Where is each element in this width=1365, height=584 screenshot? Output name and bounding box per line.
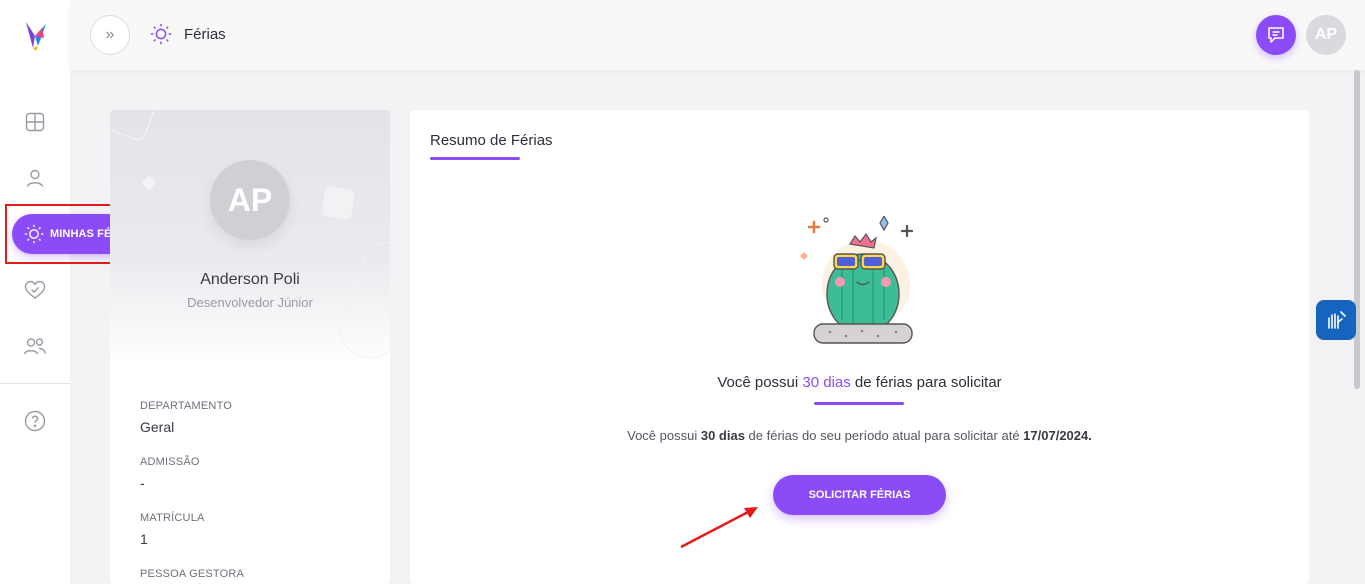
chat-icon	[1268, 27, 1284, 43]
field-label-matricula: MATRÍCULA	[140, 512, 205, 524]
detail-prefix: Você possui	[627, 428, 701, 443]
sidebar	[0, 0, 70, 584]
annotation-arrow	[680, 507, 758, 549]
decorative-shape	[110, 110, 159, 143]
sidebar-item-dashboard[interactable]	[22, 109, 48, 135]
app-logo[interactable]	[20, 18, 50, 52]
sidebar-item-health[interactable]	[22, 277, 48, 303]
sun-icon	[150, 23, 172, 50]
double-chevron-right-icon: »	[105, 26, 115, 43]
sidebar-item-profile[interactable]	[22, 165, 48, 191]
user-avatar[interactable]: AP	[1306, 15, 1346, 55]
tab-resumo-ferias[interactable]: Resumo de Férias	[430, 132, 553, 149]
detail-date: 17/07/2024.	[1023, 428, 1092, 443]
sidebar-divider	[0, 383, 70, 384]
sign-language-icon	[1328, 311, 1346, 329]
profile-role: Desenvolvedor Júnior	[187, 295, 313, 310]
profile-name: Anderson Poli	[200, 271, 300, 288]
decorative-shape	[320, 185, 356, 221]
sidebar-item-help[interactable]	[22, 408, 48, 434]
top-header: » Férias AP	[70, 0, 1365, 70]
field-value-admissao: -	[140, 475, 145, 491]
chat-button[interactable]	[1256, 15, 1296, 55]
heart-check-icon	[24, 280, 46, 299]
expand-sidebar-button[interactable]: »	[90, 15, 130, 55]
tab-active-indicator	[430, 157, 520, 160]
headline-prefix: Você possui	[717, 374, 803, 391]
sidebar-item-team[interactable]	[22, 333, 48, 359]
profile-avatar: AP	[210, 160, 290, 240]
headline-suffix: de férias para solicitar	[850, 374, 1002, 391]
page-scrollbar[interactable]	[1354, 70, 1360, 389]
field-label-pessoa-gestora: PESSOA GESTORA	[140, 568, 245, 580]
vacation-summary-card: Resumo de Férias Você possui 30 dias de …	[410, 110, 1309, 584]
detail-middle: de férias do seu período atual para soli…	[744, 428, 1024, 443]
detail-days: 30 dias	[700, 428, 745, 443]
field-label-departamento: DEPARTAMENTO	[140, 400, 233, 412]
accessibility-widget-button[interactable]	[1316, 300, 1356, 340]
sun-icon	[24, 224, 44, 244]
request-vacation-button[interactable]: SOLICITAR FÉRIAS	[773, 475, 946, 515]
help-icon	[24, 410, 46, 432]
decorative-shape	[141, 175, 157, 191]
field-value-departamento: Geral	[140, 419, 175, 435]
users-icon	[23, 338, 47, 355]
field-value-matricula: 1	[140, 531, 148, 547]
vacation-days-detail: Você possui 30 dias de férias do seu per…	[410, 428, 1309, 443]
headline-underline	[814, 402, 904, 405]
profile-card: AP Anderson Poli Desenvolvedor Júnior DE…	[110, 110, 390, 584]
dashboard-grid-icon	[25, 112, 45, 132]
user-icon	[26, 169, 44, 187]
cactus-illustration	[800, 216, 914, 344]
headline-days: 30 dias	[802, 374, 851, 391]
vacation-days-headline: Você possui 30 dias de férias para solic…	[410, 374, 1309, 391]
field-label-admissao: ADMISSÃO	[140, 456, 200, 468]
page-title: Férias	[184, 26, 226, 43]
